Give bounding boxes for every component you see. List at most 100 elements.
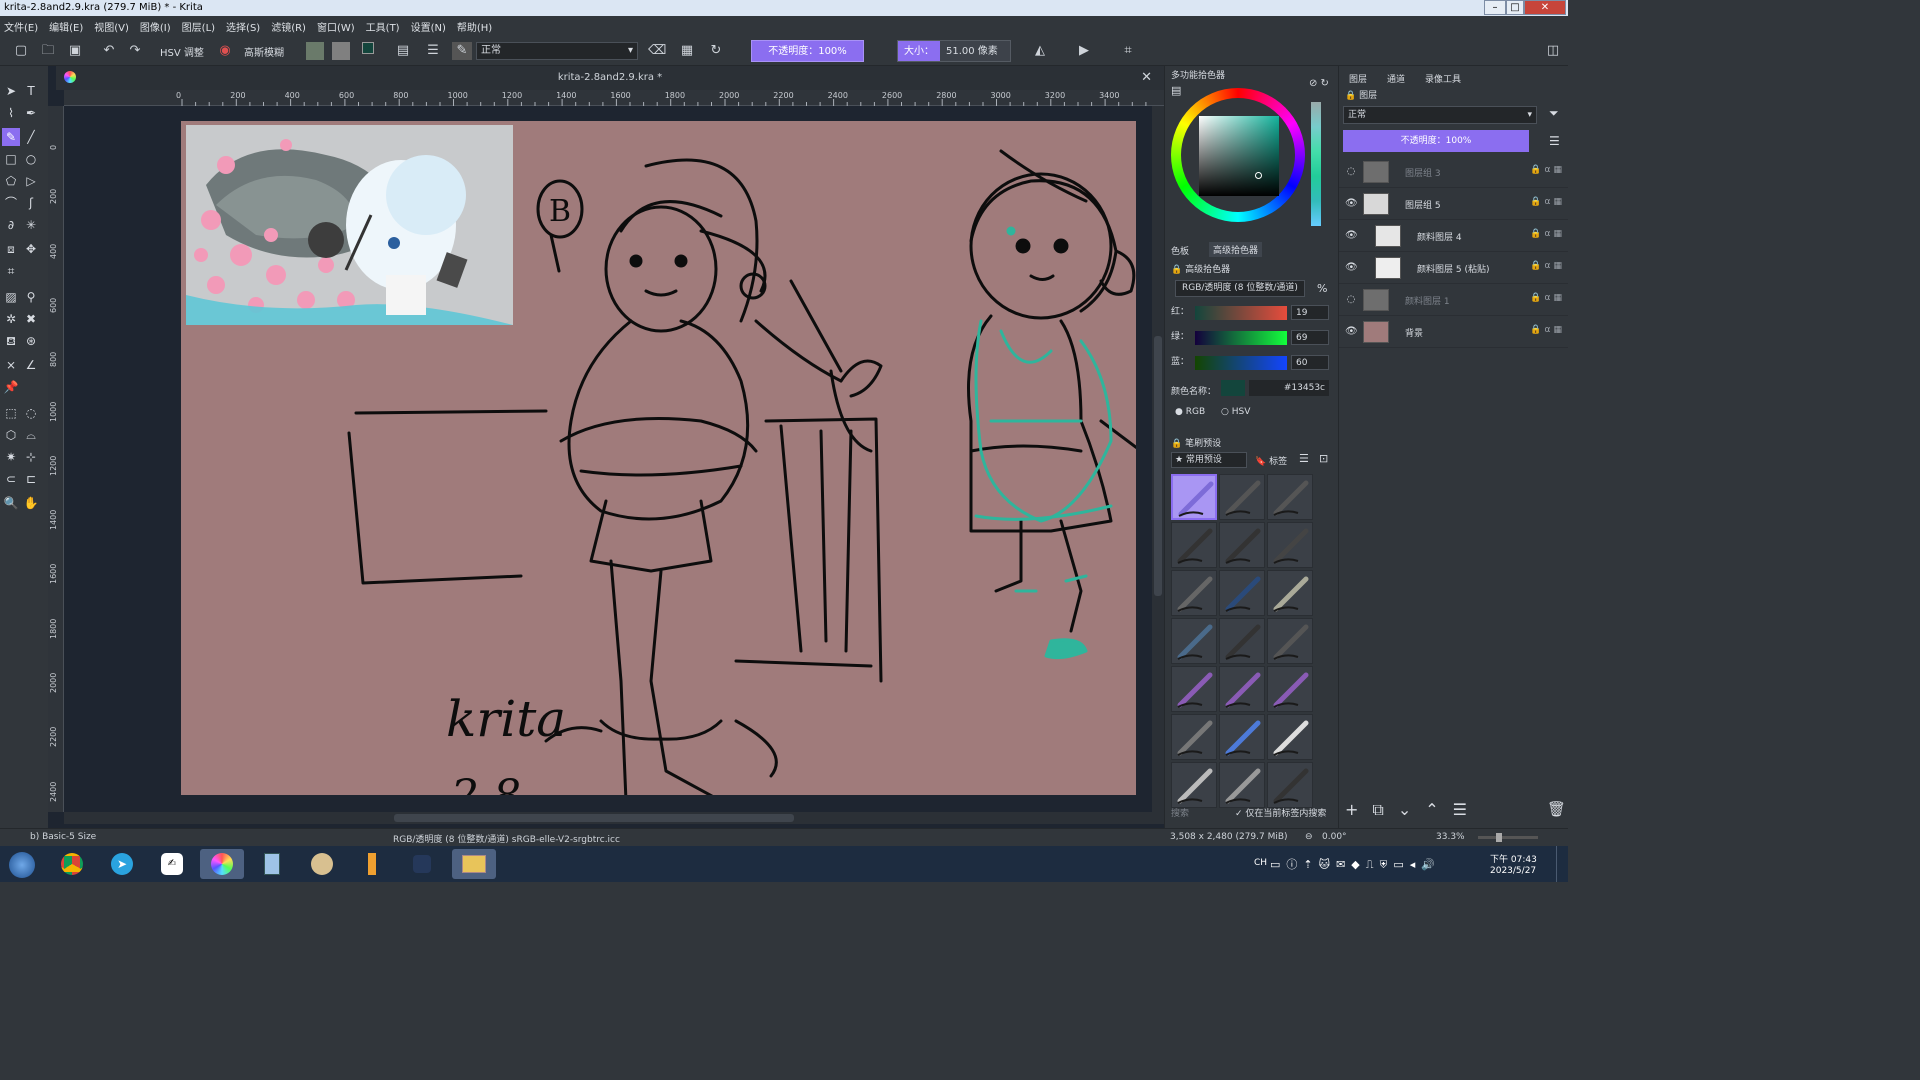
- menu-tools[interactable]: 工具(T): [366, 19, 400, 34]
- vertical-scroll-thumb[interactable]: [1154, 336, 1162, 596]
- magnetic-select-icon[interactable]: ⊏: [22, 470, 40, 488]
- brush-preset-tile[interactable]: [1267, 618, 1313, 664]
- duplicate-layer-icon[interactable]: ⧉: [1372, 800, 1397, 819]
- bezier-tool-icon[interactable]: ⌒: [2, 194, 20, 212]
- redo-icon[interactable]: ↷: [126, 42, 144, 60]
- blend-mode-select[interactable]: 正常 ▾: [476, 42, 638, 60]
- docker-toggle-icon[interactable]: ◫: [1544, 42, 1562, 60]
- brush-preset-tile[interactable]: [1219, 474, 1265, 520]
- similar-select-icon[interactable]: ⊹: [22, 448, 40, 466]
- brush-preset-tile[interactable]: [1171, 570, 1217, 616]
- search-in-tag-checkbox[interactable]: ✓ 仅在当前标签内搜索: [1235, 806, 1326, 819]
- move-up-icon[interactable]: ⌃: [1425, 800, 1452, 819]
- brush-preset-tile[interactable]: [1171, 474, 1217, 520]
- start-button[interactable]: [2, 849, 42, 879]
- mirror-horizontal-icon[interactable]: ◭: [1030, 42, 1050, 60]
- brush-preset-tile[interactable]: [1267, 714, 1313, 760]
- layer-lock-alpha-icons[interactable]: 🔒α▦: [1530, 229, 1565, 239]
- eye-icon[interactable]: 👁: [1345, 198, 1358, 210]
- reference-tool-icon[interactable]: 📌: [2, 378, 20, 396]
- polygon-tool-icon[interactable]: ⬠: [2, 172, 20, 190]
- taskbar-calculator-icon[interactable]: [250, 849, 294, 879]
- close-document-icon[interactable]: ✕: [1141, 66, 1152, 90]
- gaussian-blur-button[interactable]: 高斯模糊: [244, 44, 284, 59]
- smart-patch-icon[interactable]: ✖: [22, 310, 40, 328]
- menu-settings[interactable]: 设置(N): [411, 19, 446, 34]
- layer-lock-alpha-icons[interactable]: 🔒α▦: [1530, 165, 1565, 175]
- delete-layer-icon[interactable]: 🗑: [1547, 800, 1566, 818]
- tag-button[interactable]: 🔖 标签: [1255, 454, 1287, 467]
- saturation-value-square[interactable]: [1199, 116, 1279, 196]
- shade-selector[interactable]: [1311, 102, 1321, 226]
- crop-icon[interactable]: ⌗: [1118, 42, 1138, 60]
- menu-file[interactable]: 文件(E): [4, 19, 38, 34]
- menu-select[interactable]: 选择(S): [226, 19, 260, 34]
- brush-preset-tile[interactable]: [1219, 570, 1265, 616]
- layer-blend-mode-select[interactable]: 正常 ▾: [1343, 106, 1537, 124]
- green-spinbox[interactable]: 69: [1291, 330, 1329, 345]
- brush-preset-tile[interactable]: [1267, 570, 1313, 616]
- undo-icon[interactable]: ↶: [100, 42, 118, 60]
- rotation-icon[interactable]: ⊖: [1305, 832, 1313, 842]
- green-slider[interactable]: [1195, 331, 1287, 345]
- select-shape-icon[interactable]: ➤: [2, 82, 20, 100]
- tab-palette[interactable]: 色板: [1171, 244, 1189, 257]
- brush-preset-tile[interactable]: [1267, 522, 1313, 568]
- horizontal-scroll-thumb[interactable]: [394, 814, 794, 822]
- list-view-icon[interactable]: ☰: [1299, 452, 1309, 465]
- tab-channels[interactable]: 通道: [1387, 72, 1405, 85]
- minimize-button[interactable]: –: [1484, 0, 1506, 15]
- filter-icon[interactable]: ⏷: [1549, 106, 1559, 121]
- preset-list-icon[interactable]: ☰: [424, 42, 442, 60]
- show-desktop-button[interactable]: [1556, 846, 1568, 882]
- brush-preset-tile[interactable]: [1219, 666, 1265, 712]
- eye-icon[interactable]: 👁: [1345, 262, 1358, 274]
- close-button[interactable]: ✕: [1524, 0, 1566, 15]
- fill-bucket-icon[interactable]: ⛾: [2, 332, 20, 350]
- hsv-adjust-button[interactable]: HSV 调整: [160, 44, 204, 59]
- polygon-select-icon[interactable]: ⬡: [2, 426, 20, 444]
- brush-preset-tile[interactable]: [1171, 522, 1217, 568]
- brush-preset-tile[interactable]: [1171, 618, 1217, 664]
- taskbar-explorer-icon[interactable]: [452, 849, 496, 879]
- move-down-icon[interactable]: ⌄: [1398, 800, 1425, 819]
- eye-hidden-icon[interactable]: ◌: [1345, 294, 1357, 306]
- brush-preset-tile[interactable]: [1219, 762, 1265, 808]
- hsv-radio[interactable]: ○ HSV: [1221, 407, 1250, 417]
- blue-slider[interactable]: [1195, 356, 1287, 370]
- save-icon[interactable]: ▣: [66, 42, 84, 60]
- layer-menu-icon[interactable]: ☰: [1549, 134, 1560, 148]
- hex-field[interactable]: #13453c: [1249, 380, 1329, 396]
- edit-shape-icon[interactable]: ⌇: [2, 104, 20, 122]
- taskbar-krita-icon[interactable]: [200, 849, 244, 879]
- brush-preset-icon[interactable]: ✎: [452, 42, 472, 60]
- brush-preset-tile[interactable]: [1171, 666, 1217, 712]
- brush-preset-tile[interactable]: [1171, 762, 1217, 808]
- eraser-icon[interactable]: ⌫: [648, 42, 666, 60]
- menu-edit[interactable]: 编辑(E): [49, 19, 83, 34]
- layer-lock-alpha-icons[interactable]: 🔒α▦: [1530, 325, 1565, 335]
- crop-tool-icon[interactable]: ⌗: [2, 262, 20, 280]
- preset-search-input[interactable]: 搜索: [1171, 806, 1189, 819]
- menu-layer[interactable]: 图层(L): [182, 19, 215, 34]
- red-spinbox[interactable]: 19: [1291, 305, 1329, 320]
- pan-tool-icon[interactable]: ✋: [22, 494, 40, 512]
- menu-help[interactable]: 帮助(H): [457, 19, 492, 34]
- rgb-radio[interactable]: ● RGB: [1175, 407, 1205, 417]
- multibrush-icon[interactable]: ✳: [22, 216, 40, 234]
- add-layer-icon[interactable]: +: [1345, 800, 1372, 819]
- mirror-vertical-icon[interactable]: ▶: [1074, 42, 1094, 60]
- gradient-tool-icon[interactable]: ▨: [2, 288, 20, 306]
- text-tool-icon[interactable]: T: [22, 82, 40, 100]
- layer-lock-alpha-icons[interactable]: 🔒α▦: [1530, 197, 1565, 207]
- layer-row[interactable]: 👁 图层组 5 🔒α▦: [1339, 188, 1568, 220]
- maximize-button[interactable]: □: [1506, 0, 1524, 15]
- rectangle-tool-icon[interactable]: □: [2, 150, 20, 168]
- contiguous-select-icon[interactable]: ✷: [2, 448, 20, 466]
- taskbar-telegram-icon[interactable]: ➤: [100, 849, 144, 879]
- system-tray-icons[interactable]: ▭ⓘ⇡🐱✉◆⎍⛨▭◂🔊: [1270, 856, 1441, 872]
- layer-row[interactable]: 👁 背景 🔒α▦: [1339, 316, 1568, 348]
- layer-row[interactable]: ◌ 图层组 3 🔒α▦: [1339, 156, 1568, 188]
- eye-icon[interactable]: 👁: [1345, 230, 1358, 242]
- tab-advanced-selector[interactable]: 高级拾色器: [1209, 242, 1263, 257]
